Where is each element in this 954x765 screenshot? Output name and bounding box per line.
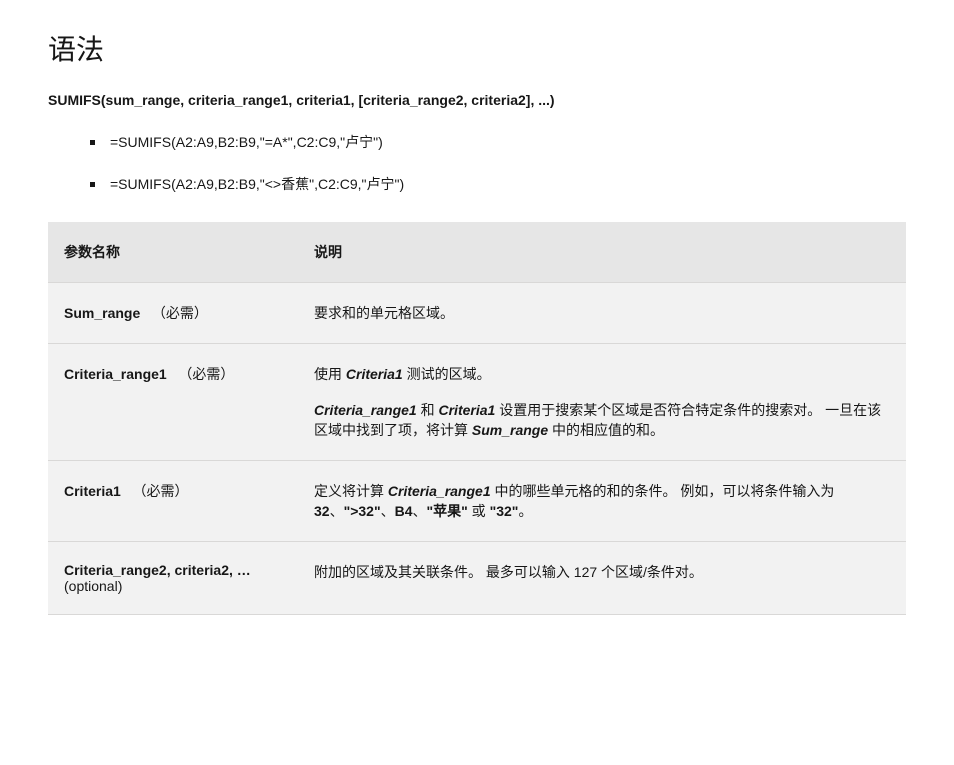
param-name: Criteria_range2, criteria2, … <box>64 562 251 578</box>
param-required-note: （必需） <box>121 483 189 499</box>
param-name: Sum_range <box>64 305 140 321</box>
col-header-name: 参数名称 <box>48 222 298 283</box>
param-required-note: （必需） <box>140 305 208 321</box>
param-required-note: （必需） <box>167 366 235 382</box>
col-header-desc: 说明 <box>298 222 906 283</box>
param-desc-paragraph: Criteria_range1 和 Criteria1 设置用于搜索某个区域是否… <box>314 400 890 440</box>
param-name-cell: Criteria_range1 （必需） <box>48 344 298 461</box>
syntax-signature: SUMIFS(sum_range, criteria_range1, crite… <box>48 92 906 108</box>
param-desc-paragraph: 要求和的单元格区域。 <box>314 303 890 323</box>
param-name: Criteria1 <box>64 483 121 499</box>
params-table: 参数名称 说明 Sum_range （必需） 要求和的单元格区域。 Criteria… <box>48 222 906 615</box>
param-name-cell: Criteria_range2, criteria2, … (optional) <box>48 542 298 615</box>
param-desc-paragraph: 定义将计算 Criteria_range1 中的哪些单元格的和的条件。 例如，可… <box>314 481 890 521</box>
param-desc-cell: 定义将计算 Criteria_range1 中的哪些单元格的和的条件。 例如，可… <box>298 461 906 542</box>
param-desc-paragraph: 附加的区域及其关联条件。 最多可以输入 127 个区域/条件对。 <box>314 562 890 582</box>
table-row: Criteria_range1 （必需） 使用 Criteria1 测试的区域。 C… <box>48 344 906 461</box>
example-item: =SUMIFS(A2:A9,B2:B9,"<>香蕉",C2:C9,"卢宁") <box>90 174 906 194</box>
table-row: Criteria1 （必需） 定义将计算 Criteria_range1 中的哪些… <box>48 461 906 542</box>
examples-list: =SUMIFS(A2:A9,B2:B9,"=A*",C2:C9,"卢宁") =SU… <box>90 132 906 194</box>
section-title: 语法 <box>48 28 906 68</box>
param-desc-paragraph: 使用 Criteria1 测试的区域。 <box>314 364 890 384</box>
param-desc-cell: 附加的区域及其关联条件。 最多可以输入 127 个区域/条件对。 <box>298 542 906 615</box>
table-row: Sum_range （必需） 要求和的单元格区域。 <box>48 283 906 344</box>
param-name-cell: Criteria1 （必需） <box>48 461 298 542</box>
table-row: Criteria_range2, criteria2, … (optional)… <box>48 542 906 615</box>
param-name-cell: Sum_range （必需） <box>48 283 298 344</box>
example-item: =SUMIFS(A2:A9,B2:B9,"=A*",C2:C9,"卢宁") <box>90 132 906 152</box>
param-desc-cell: 使用 Criteria1 测试的区域。 Criteria_range1 和 Cri… <box>298 344 906 461</box>
param-desc-cell: 要求和的单元格区域。 <box>298 283 906 344</box>
param-name: Criteria_range1 <box>64 366 167 382</box>
params-tbody: Sum_range （必需） 要求和的单元格区域。 Criteria_range1 … <box>48 283 906 615</box>
